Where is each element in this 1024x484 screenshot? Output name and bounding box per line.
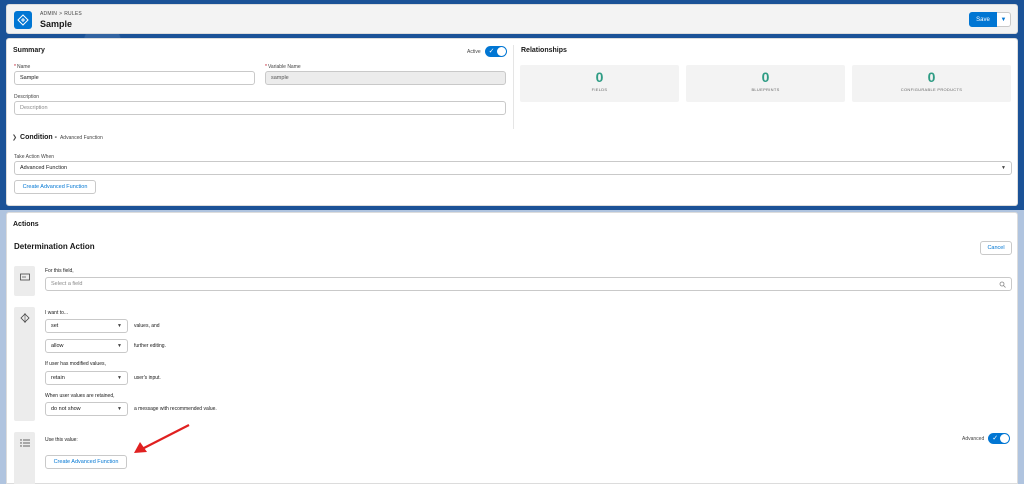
use-this-value-label: Use this value: bbox=[45, 437, 78, 443]
select-field-placeholder: Select a field bbox=[51, 281, 83, 287]
chevron-down-icon: ▼ bbox=[117, 406, 122, 412]
retain-select[interactable]: retain ▼ bbox=[45, 371, 128, 385]
chevron-down-icon: ▼ bbox=[1001, 165, 1006, 171]
stat-fields-value: 0 bbox=[595, 69, 604, 85]
required-marker: * bbox=[14, 64, 16, 70]
create-advanced-function-button[interactable]: Create Advanced Function bbox=[14, 180, 96, 194]
modified-values-label: If user has modified values, bbox=[45, 361, 106, 367]
condition-title: Condition - bbox=[20, 134, 57, 141]
further-editing-text: further editing. bbox=[134, 343, 166, 349]
rules-icon bbox=[14, 11, 32, 29]
for-this-field-label: For this field, bbox=[45, 268, 74, 274]
advanced-toggle[interactable]: ✓ bbox=[988, 433, 1011, 444]
search-icon bbox=[999, 281, 1006, 288]
description-input[interactable]: Description bbox=[14, 101, 506, 115]
field-icon bbox=[19, 273, 30, 281]
chevron-down-icon: ▼ bbox=[117, 323, 122, 329]
take-action-label: Take Action When bbox=[14, 154, 55, 160]
stat-fields-label: FIELDS bbox=[591, 87, 608, 92]
condition-section-toggle[interactable]: ❯ Condition - Advanced Function bbox=[12, 134, 103, 141]
check-icon: ✓ bbox=[488, 48, 495, 55]
set-select-value: set bbox=[51, 323, 59, 329]
message-select[interactable]: do not show ▼ bbox=[45, 402, 128, 416]
name-input[interactable]: Sample bbox=[14, 71, 255, 85]
users-input-text: user's input. bbox=[134, 375, 161, 381]
relationships-title: Relationships bbox=[521, 47, 567, 54]
variable-name-label: *Variable Name bbox=[265, 64, 301, 70]
summary-title: Summary bbox=[13, 47, 45, 54]
name-label: *Name bbox=[14, 64, 31, 70]
allow-select-value: allow bbox=[51, 343, 64, 349]
active-toggle-group: Active ✓ bbox=[467, 46, 507, 57]
logic-icon bbox=[19, 313, 30, 323]
stat-fields: 0 FIELDS bbox=[520, 65, 679, 102]
toggle-knob bbox=[496, 47, 506, 56]
stat-configurable-products-label: CONFIGURABLE PRODUCTS bbox=[900, 87, 963, 92]
set-select[interactable]: set ▼ bbox=[45, 319, 128, 333]
save-button-group: Save ▼ bbox=[969, 12, 1011, 27]
value-icon-column bbox=[14, 432, 35, 484]
advanced-label: Advanced bbox=[962, 435, 985, 442]
take-action-select[interactable]: Advanced Function ▼ bbox=[14, 161, 1012, 175]
take-action-value: Advanced Function bbox=[20, 165, 68, 171]
page-header: ADMIN > RULES Sample Save ▼ bbox=[6, 4, 1018, 34]
condition-subtitle: Advanced Function bbox=[59, 135, 103, 141]
stat-blueprints: 0 BLUEPRINTS bbox=[686, 65, 845, 102]
description-label: Description bbox=[14, 94, 40, 100]
active-toggle[interactable]: ✓ bbox=[484, 46, 507, 57]
message-text: a message with recommended value. bbox=[134, 406, 217, 412]
chevron-down-icon: ▼ bbox=[117, 375, 122, 381]
message-select-value: do not show bbox=[51, 406, 81, 412]
summary-divider bbox=[513, 45, 514, 129]
variable-name-input: sample bbox=[265, 71, 506, 85]
stat-blueprints-label: BLUEPRINTS bbox=[751, 87, 780, 92]
values-and-text: values, and bbox=[134, 323, 160, 329]
cancel-button[interactable]: Cancel bbox=[980, 241, 1012, 255]
summary-card: Summary Active ✓ *Name Sample *Variable … bbox=[6, 38, 1018, 206]
chevron-down-icon: ▼ bbox=[1000, 16, 1007, 23]
breadcrumb: ADMIN > RULES bbox=[40, 11, 82, 17]
save-button[interactable]: Save bbox=[969, 12, 997, 27]
stat-configurable-products: 0 CONFIGURABLE PRODUCTS bbox=[852, 65, 1011, 102]
logic-icon-column bbox=[14, 307, 35, 421]
active-label: Active bbox=[467, 48, 481, 55]
list-icon bbox=[19, 439, 30, 447]
allow-select[interactable]: allow ▼ bbox=[45, 339, 128, 353]
chevron-down-icon: ▼ bbox=[117, 343, 122, 349]
red-arrow-annotation bbox=[134, 424, 190, 453]
required-marker: * bbox=[265, 64, 267, 70]
i-want-to-label: I want to... bbox=[45, 310, 69, 316]
check-icon: ✓ bbox=[992, 435, 999, 442]
determination-action-title: Determination Action bbox=[14, 242, 95, 251]
breadcrumb-separator: > bbox=[59, 11, 63, 17]
page-title: Sample bbox=[40, 19, 73, 29]
chevron-down-icon: ❯ bbox=[12, 135, 18, 141]
advanced-toggle-group: Advanced ✓ bbox=[962, 433, 1011, 444]
stat-blueprints-value: 0 bbox=[761, 69, 770, 85]
actions-title: Actions bbox=[13, 221, 39, 228]
retain-select-value: retain bbox=[51, 375, 65, 381]
save-menu-button[interactable]: ▼ bbox=[997, 12, 1011, 27]
breadcrumb-admin[interactable]: ADMIN bbox=[40, 11, 57, 17]
select-field-input[interactable]: Select a field bbox=[45, 277, 1012, 291]
toggle-knob bbox=[1000, 434, 1010, 443]
stat-configurable-products-value: 0 bbox=[927, 69, 936, 85]
field-icon-column bbox=[14, 266, 35, 296]
create-advanced-function-button-actions[interactable]: Create Advanced Function bbox=[45, 455, 127, 469]
breadcrumb-rules[interactable]: RULES bbox=[64, 11, 82, 17]
retained-values-label: When user values are retained, bbox=[45, 393, 115, 399]
